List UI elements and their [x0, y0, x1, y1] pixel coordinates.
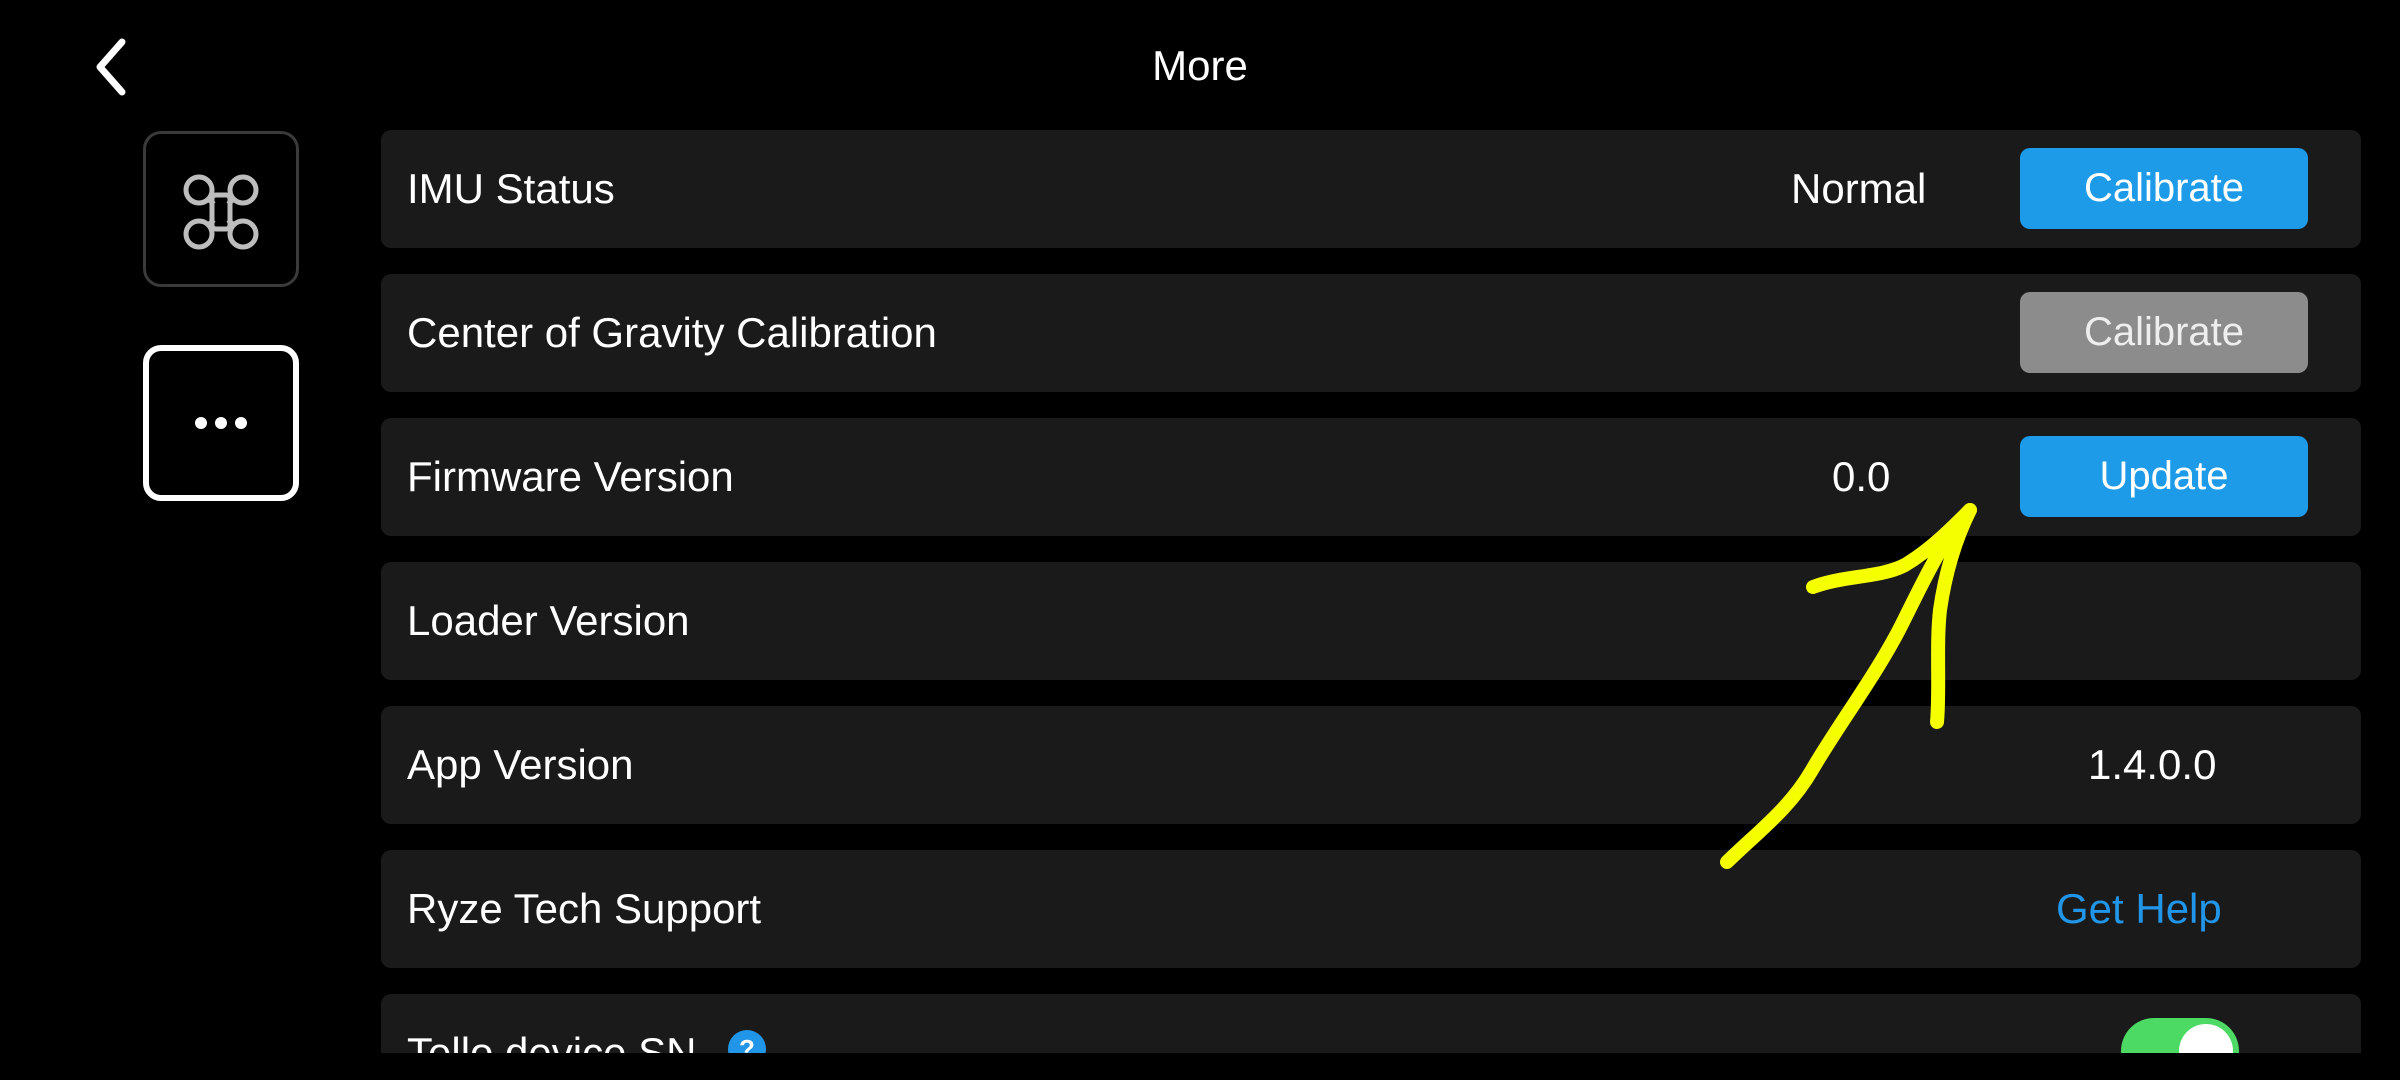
header-bar: More	[0, 0, 2400, 130]
firmware-version-label: Firmware Version	[407, 453, 734, 500]
device-sn-label: Tello device SN	[407, 1029, 697, 1053]
imu-status-label: IMU Status	[407, 165, 615, 212]
imu-status-value: Normal	[1791, 165, 1927, 212]
ellipsis-icon	[195, 417, 247, 429]
sidebar-item-more[interactable]	[143, 345, 299, 501]
row-imu-status: IMU Status Normal Calibrate	[381, 130, 2361, 248]
tech-support-label: Ryze Tech Support	[407, 885, 762, 932]
firmware-version-value: 0.0	[1832, 453, 1891, 500]
row-tech-support: Ryze Tech Support Get Help	[381, 850, 2361, 968]
firmware-update-button[interactable]: Update	[2020, 436, 2308, 517]
row-app-version: App Version 1.4.0.0	[381, 706, 2361, 824]
toggle-knob	[2179, 1024, 2233, 1053]
help-icon[interactable]: ?	[728, 1030, 766, 1053]
row-firmware-version: Firmware Version 0.0 Update	[381, 418, 2361, 536]
cog-calibrate-button[interactable]: Calibrate	[2020, 292, 2308, 373]
cog-calibration-label: Center of Gravity Calibration	[407, 309, 937, 356]
device-sn-toggle[interactable]	[2121, 1018, 2239, 1053]
drone-icon	[183, 174, 259, 250]
imu-calibrate-button[interactable]: Calibrate	[2020, 148, 2308, 229]
row-cog-calibration: Center of Gravity Calibration Calibrate	[381, 274, 2361, 392]
page-title: More	[1152, 42, 1248, 89]
get-help-link[interactable]: Get Help	[2056, 850, 2222, 968]
app-version-label: App Version	[407, 741, 634, 788]
row-device-sn: Tello device SN ?	[381, 994, 2361, 1053]
row-loader-version: Loader Version	[381, 562, 2361, 680]
app-version-value: 1.4.0.0	[2088, 741, 2217, 788]
settings-list[interactable]: IMU Status Normal Calibrate Center of Gr…	[381, 130, 2361, 1053]
sidebar-item-drone[interactable]	[143, 131, 299, 287]
loader-version-label: Loader Version	[407, 597, 690, 644]
